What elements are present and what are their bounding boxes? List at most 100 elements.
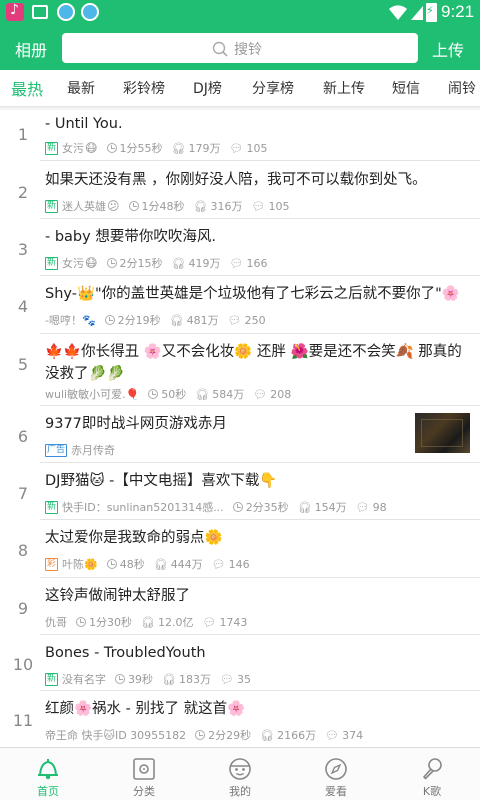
search-icon [212, 41, 228, 57]
duration-icon [232, 502, 243, 512]
ringtone-title: Bones - TroubledYouth [45, 645, 206, 661]
uploader-name: 没有名字 [62, 673, 107, 686]
rank-number: 11 [12, 711, 34, 730]
ringtone-title: 🍁🍁你长得丑 🌸又不会化妆🌼 还胖 🌺要是还不会笑🍂 那真的没救了🥬🥬 [45, 344, 462, 382]
color-ring-badge: 彩 [45, 557, 59, 571]
bottom-navigation: 首页 分类 我的 爱看 K歌 [0, 747, 480, 800]
duration-icon [148, 389, 159, 399]
list-item[interactable]: 10 Bones - TroubledYouth 新 没有名字 39秒 🎧︎ 18… [0, 635, 480, 691]
emoji-icon: 😕 [107, 199, 120, 213]
comment-icon: 💬︎ [229, 256, 244, 270]
ringtone-meta: 彩 叶陈🌼 48秒 🎧︎ 444万 💬︎ 146 [45, 556, 468, 572]
nav-label: K歌 [422, 785, 442, 798]
upload-button[interactable]: 上传 [432, 37, 464, 61]
nav-home[interactable]: 首页 [0, 748, 96, 800]
comment-count: 35 [236, 672, 251, 686]
comment-count: 374 [342, 728, 364, 742]
tab-dj-chart[interactable]: DJ榜 [193, 78, 222, 98]
duration: 39秒 [128, 673, 154, 686]
nav-label: 首页 [37, 785, 59, 798]
duration: 2分29秒 [208, 729, 252, 742]
play-count: 444万 [170, 558, 203, 571]
uploader-name: 女污 [62, 142, 85, 155]
tab-hottest[interactable]: 最热 [11, 76, 43, 100]
list-item[interactable]: 1 - Until You. 新 女污 😷 1分55秒 🎧︎ 179万 💬︎ 105 [0, 108, 480, 161]
tab-share-chart[interactable]: 分享榜 [252, 78, 294, 98]
new-badge: 新 [45, 500, 59, 514]
play-count: 183万 [178, 673, 211, 686]
duration-icon [106, 258, 117, 268]
uploader-name: 仇哥 [45, 616, 67, 629]
tab-alarm[interactable]: 闹铃 [448, 78, 476, 98]
search-bar[interactable]: 搜铃 [62, 33, 418, 63]
ringtone-meta: 仇哥 1分30秒 🎧︎ 12.0亿 💬︎ 1743 [45, 614, 468, 630]
emoji-icon: 😷 [85, 141, 98, 155]
list-item[interactable]: 5 🍁🍁你长得丑 🌸又不会化妆🌼 还胖 🌺要是还不会笑🍂 那真的没救了🥬🥬 wu… [0, 334, 480, 406]
ringtone-title: 如果天还没有黑 ，你刚好没人陪，我可不可以载你到处飞。 [45, 172, 427, 188]
battery-charging-icon [426, 3, 437, 22]
headphone-icon: 🎧︎ [171, 256, 186, 270]
album-button[interactable]: 相册 [15, 37, 47, 61]
ringtone-title: - baby 想要带你吹吹海风. [45, 229, 216, 245]
signal-icon [411, 6, 423, 20]
tab-color-ring-chart[interactable]: 彩铃榜 [123, 78, 165, 98]
ringtone-title: DJ野猫🐱 -【中文电摇】喜欢下载👇 [45, 473, 278, 489]
ad-badge: 广告 [45, 443, 68, 457]
duration: 50秒 [161, 388, 187, 401]
rank-number: 7 [17, 484, 29, 503]
play-count: 481万 [186, 314, 219, 327]
list-item[interactable]: 8 太过爱你是我致命的弱点🌼 彩 叶陈🌼 48秒 🎧︎ 444万 💬︎ 146 [0, 520, 480, 578]
comment-count: 105 [246, 141, 268, 155]
duration: 2分35秒 [245, 501, 289, 514]
nav-watch[interactable]: 爱看 [288, 748, 384, 800]
clock-time: 9:21 [441, 2, 475, 21]
play-count: 316万 [210, 200, 243, 213]
uploader-name: 女污 [62, 257, 85, 270]
comment-count: 105 [268, 199, 290, 213]
rank-number: 3 [17, 240, 29, 259]
advertiser-name: 赤月传奇 [71, 444, 116, 457]
nav-mine[interactable]: 我的 [192, 748, 288, 800]
uploader-name: -嗯哼！🐾 [45, 314, 96, 327]
ad-list-item[interactable]: 6 9377即时战斗网页游戏赤月 广告 赤月传奇 [0, 406, 480, 463]
rank-number: 4 [17, 297, 29, 316]
comment-icon: 💬︎ [355, 500, 370, 514]
ad-title: 9377即时战斗网页游戏赤月 [45, 416, 227, 432]
nav-label: 分类 [133, 785, 155, 798]
duration-icon [104, 315, 115, 325]
nav-label: 我的 [229, 785, 251, 798]
uploader-name: 叶陈🌼 [62, 558, 98, 571]
list-item[interactable]: 9 这铃声做闹钟太舒服了 仇哥 1分30秒 🎧︎ 12.0亿 💬︎ 1743 [0, 578, 480, 635]
comment-count: 250 [244, 313, 266, 327]
nav-category[interactable]: 分类 [96, 748, 192, 800]
uploader-name: 帝王命 快手🐱ID 30955182 [45, 729, 187, 742]
list-item[interactable]: 7 DJ野猫🐱 -【中文电摇】喜欢下载👇 新 快手ID：sunlinan5201… [0, 463, 480, 520]
browser-app-icon [81, 3, 99, 21]
rank-number: 2 [17, 183, 29, 202]
headphone-icon: 🎧︎ [260, 728, 275, 742]
duration: 2分19秒 [117, 314, 161, 327]
tab-new-uploads[interactable]: 新上传 [323, 78, 365, 98]
list-item[interactable]: 2 如果天还没有黑 ，你刚好没人陪，我可不可以载你到处飞。 新 迷人英雄 😕 1分… [0, 161, 480, 219]
new-badge: 新 [45, 141, 59, 155]
tab-newest[interactable]: 最新 [67, 78, 95, 98]
headphone-icon: 🎧︎ [153, 557, 168, 571]
rank-number: 1 [17, 125, 29, 144]
tab-sms[interactable]: 短信 [392, 78, 420, 98]
category-tabs: 最热 最新 彩铃榜 DJ榜 分享榜 新上传 短信 闹铃 [0, 70, 480, 107]
list-item[interactable]: 11 红颜🌸祸水 - 别找了 就这首🌸 帝王命 快手🐱ID 30955182 2… [0, 691, 480, 747]
list-item[interactable]: 4 Shy-👑"你的盖世英雄是个垃圾他有了七彩云之后就不要你了"🌸 -嗯哼！🐾 … [0, 276, 480, 334]
ringtone-title: Shy-👑"你的盖世英雄是个垃圾他有了七彩云之后就不要你了"🌸 [45, 286, 460, 302]
duration: 1分30秒 [89, 616, 132, 629]
duration-icon [106, 559, 117, 569]
image-app-icon [32, 5, 48, 19]
profile-face-icon [229, 758, 251, 780]
duration-icon [128, 201, 139, 211]
ringtone-title: 红颜🌸祸水 - 别找了 就这首🌸 [45, 701, 246, 717]
list-item[interactable]: 3 - baby 想要带你吹吹海风. 新 女污 😷 2分15秒 🎧︎ 419万 💬︎… [0, 219, 480, 276]
nav-karaoke[interactable]: K歌 [384, 748, 480, 800]
new-badge: 新 [45, 199, 59, 213]
duration-icon [106, 143, 117, 153]
comment-icon: 💬︎ [219, 672, 234, 686]
ad-thumbnail[interactable] [415, 413, 470, 453]
